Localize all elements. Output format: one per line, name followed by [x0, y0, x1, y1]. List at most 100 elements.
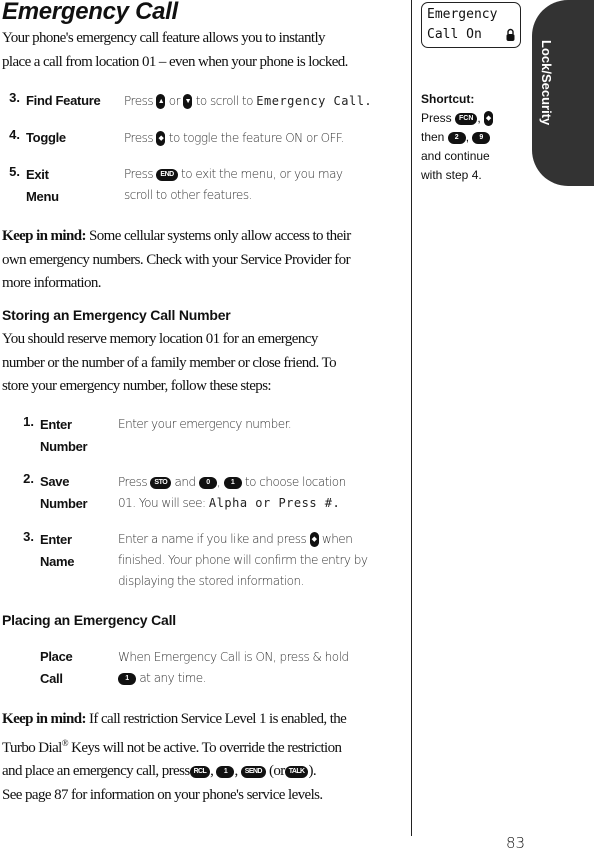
text: See page 87 for information on your phon…	[2, 786, 323, 803]
step-enter-number: 1. Enter Number	[14, 414, 87, 458]
step-text: Press STO and 0, 1 to choose location 01.…	[118, 472, 346, 514]
text: Some cellular systems only allow access …	[85, 228, 351, 244]
text: Number	[40, 496, 88, 511]
two-key-icon: 2	[447, 131, 466, 144]
text: Press	[421, 111, 452, 125]
text: Call	[40, 671, 63, 686]
send-key-icon: SEND	[240, 765, 266, 778]
display-text: Emergency Call.	[256, 94, 373, 108]
step-label: Find Feature	[26, 93, 101, 108]
text: When Emergency Call is ON, press & hold	[118, 650, 349, 664]
keep-in-mind-note: Keep in mind: If call restriction Servic…	[2, 711, 347, 803]
down-key-icon: ▼	[183, 94, 193, 109]
text: finished. Your phone will confirm the en…	[118, 553, 368, 567]
step-place-call: Place Call	[40, 646, 73, 690]
zero-key-icon: 0	[198, 476, 217, 489]
intro-paragraph: Your phone's emergency call feature allo…	[2, 27, 348, 74]
text: Name	[40, 554, 75, 569]
column-divider	[411, 0, 412, 836]
text: Enter	[40, 532, 72, 547]
step-text: Enter a name if you like and press ◆ whe…	[118, 529, 368, 592]
text: store your emergency number, follow thes…	[2, 378, 272, 394]
step-toggle: 4. Toggle	[0, 127, 66, 149]
section-tab-label: Lock/Security	[539, 40, 554, 126]
end-key-icon: END	[156, 168, 178, 181]
text: Press	[118, 475, 148, 489]
text: or	[168, 94, 181, 108]
fcn-key-icon: FCN	[455, 112, 478, 125]
text: displaying the stored information.	[118, 574, 304, 588]
text: Press	[124, 94, 154, 108]
step-label: Toggle	[26, 130, 66, 145]
text: when	[321, 532, 353, 546]
text: ,	[216, 475, 221, 489]
step-text: Press ▲ or ▼ to scroll to Emergency Call…	[124, 91, 372, 112]
text: to toggle the feature ON or OFF.	[168, 131, 344, 145]
step-label: Enter Number	[40, 414, 88, 458]
display-line: Call On	[427, 27, 482, 42]
manual-page: Emergency Call Your phone's emergency ca…	[0, 0, 594, 850]
text: and place an emergency call, press	[2, 763, 190, 779]
text: If call restriction Service Level 1 is e…	[85, 711, 347, 727]
sto-key-icon: STO	[150, 476, 172, 489]
note-label: Keep in mind:	[2, 228, 86, 244]
text: Exit	[26, 167, 49, 182]
text: Press	[124, 131, 154, 145]
nav-key-icon: ◆	[156, 131, 166, 146]
step-text: When Emergency Call is ON, press & hold 1…	[118, 647, 349, 689]
step-find-feature: 3. Find Feature	[0, 90, 101, 112]
step-label: Save Number	[40, 471, 88, 515]
page-number: 83	[506, 834, 526, 850]
text: Turbo Dial	[2, 739, 62, 756]
text: with step 4.	[421, 168, 482, 182]
step-text: Enter your emergency number.	[118, 417, 292, 431]
text: ).	[308, 763, 316, 779]
nav-key-icon: ◆	[309, 532, 319, 547]
nine-key-icon: 9	[472, 131, 491, 144]
display-line: Emergency	[427, 7, 498, 22]
text: You should reserve memory location 01 fo…	[2, 331, 318, 347]
text: Enter a name if you like and press	[118, 532, 307, 546]
step-number: 3.	[23, 529, 34, 544]
text: Press	[124, 167, 154, 181]
step-label: Enter Name	[40, 529, 75, 573]
text: number or the number of a family member …	[2, 354, 337, 371]
intro-line: Your phone's emergency call feature allo…	[2, 30, 326, 46]
text: own emergency numbers. Check with your S…	[2, 251, 351, 268]
text: Menu	[26, 189, 59, 204]
step-text: Press ◆ to toggle the feature ON or OFF.	[124, 128, 344, 149]
section-heading: Placing an Emergency Call	[2, 612, 176, 628]
shortcut-heading: Shortcut:	[421, 92, 475, 106]
lock-icon	[506, 28, 515, 41]
text: and continue	[421, 149, 490, 163]
text: at any time.	[139, 671, 207, 685]
text: Enter	[40, 417, 72, 432]
storing-paragraph: You should reserve memory location 01 fo…	[2, 328, 337, 399]
text: more information.	[2, 275, 102, 291]
text: to scroll to	[195, 94, 254, 108]
text: Number	[40, 439, 88, 454]
intro-line: place a call from location 01 – even whe…	[2, 53, 348, 70]
text: Save	[40, 474, 70, 489]
section-heading: Storing an Emergency Call Number	[2, 307, 231, 323]
step-label: Exit Menu	[26, 164, 59, 208]
one-key-icon: 1	[223, 476, 242, 489]
step-number: 4.	[9, 127, 20, 142]
step-exit-menu: 5. Exit Menu	[0, 164, 59, 208]
page-title: Emergency Call	[2, 0, 178, 25]
nav-key-icon: ◆	[484, 111, 494, 127]
step-number: 2.	[23, 471, 34, 486]
step-number: 1.	[23, 414, 34, 429]
note-label: Keep in mind:	[2, 711, 86, 727]
step-number: 5.	[9, 164, 20, 179]
step-label: Place Call	[40, 646, 73, 690]
step-enter-name: 3. Enter Name	[14, 529, 74, 573]
one-key-icon: 1	[216, 765, 235, 778]
talk-key-icon: TALK	[284, 765, 309, 778]
text: to choose location	[244, 475, 346, 489]
text: scroll to other features.	[124, 188, 252, 202]
text: 01. You will see:	[118, 496, 206, 510]
one-key-icon: 1	[118, 672, 136, 685]
step-save-number: 2. Save Number	[14, 471, 87, 515]
display-text: Alpha or Press #.	[208, 496, 341, 510]
